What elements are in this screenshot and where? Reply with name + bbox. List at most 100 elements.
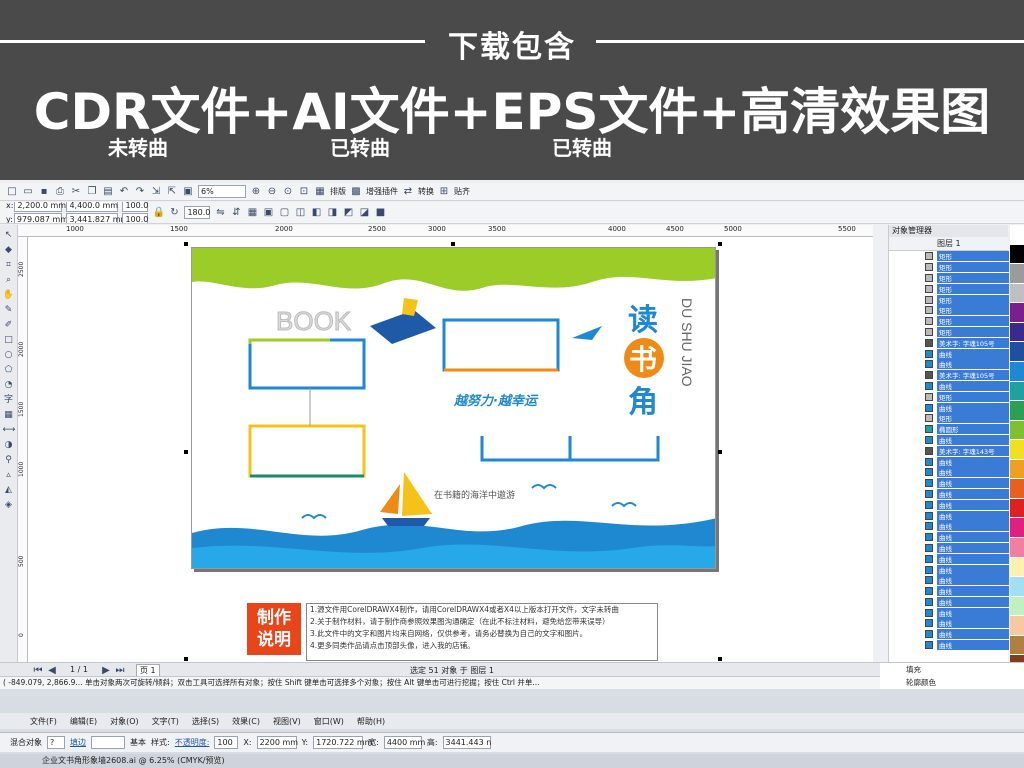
intersect-icon[interactable]: ◩ bbox=[342, 207, 354, 219]
object-row[interactable]: 曲线 bbox=[889, 488, 1009, 500]
document-tab[interactable]: 企业文书角形象墙2608.ai @ 6.25% (CMYK/预览) bbox=[0, 754, 1024, 768]
stroke-weight[interactable] bbox=[91, 736, 125, 749]
object-row[interactable]: 曲线 bbox=[889, 553, 1009, 564]
interactive-fill-icon[interactable]: ◈ bbox=[3, 499, 15, 511]
snap-button[interactable]: 贴齐 bbox=[454, 186, 470, 197]
object-row[interactable]: 曲线 bbox=[889, 596, 1009, 608]
palette-swatch[interactable] bbox=[1010, 420, 1024, 441]
print-icon[interactable]: ⎙ bbox=[54, 186, 66, 198]
y-field[interactable]: 979.087 mm bbox=[13, 213, 68, 223]
palette-swatch[interactable] bbox=[1010, 616, 1024, 636]
object-row[interactable]: 美术字: 字魂105号 bbox=[889, 337, 1009, 348]
zoom-fit-icon[interactable]: ⊙ bbox=[282, 186, 294, 198]
selection-handle[interactable] bbox=[718, 450, 722, 454]
menu-edit[interactable]: 编辑(E) bbox=[70, 716, 97, 727]
save-icon[interactable]: ▪ bbox=[38, 186, 50, 198]
trim-icon[interactable]: ◨ bbox=[326, 207, 338, 219]
object-row[interactable]: 曲线 bbox=[889, 380, 1009, 392]
back-icon[interactable]: ■ bbox=[374, 207, 386, 219]
menu-file[interactable]: 文件(F) bbox=[30, 716, 57, 727]
zoom-tool-icon[interactable]: ⌕ bbox=[3, 274, 15, 286]
menu-help[interactable]: 帮助(H) bbox=[357, 716, 385, 727]
object-row[interactable]: 曲线 bbox=[889, 478, 1009, 489]
smart-fill-icon[interactable]: ✐ bbox=[3, 319, 15, 331]
plugins-button[interactable]: 增强插件 bbox=[366, 186, 398, 197]
opacity-field[interactable]: 100 bbox=[214, 736, 239, 749]
fill-tab[interactable]: 填边 bbox=[70, 737, 86, 748]
height-field[interactable]: 3,441.827 mm bbox=[66, 213, 128, 223]
menu-effect[interactable]: 效果(C) bbox=[232, 716, 260, 727]
object-row[interactable]: 曲线 bbox=[889, 510, 1009, 521]
object-row[interactable]: 曲线 bbox=[889, 434, 1009, 446]
combine-icon[interactable]: ◫ bbox=[294, 207, 306, 219]
menu-text[interactable]: 文字(T) bbox=[152, 716, 179, 727]
zoom-page-icon[interactable]: ⊡ bbox=[298, 186, 310, 198]
x-field[interactable]: 2,200.0 mm bbox=[14, 202, 66, 212]
convert-button[interactable]: 转换 bbox=[418, 186, 434, 197]
freehand-tool-icon[interactable]: ✎ bbox=[3, 304, 15, 316]
object-row[interactable]: 矩形 bbox=[889, 391, 1009, 402]
artboard-page[interactable]: BOOK 读 书 角 DU SHU JIAO 越努力·越幸运 在书籍的海洋中遨游 bbox=[191, 247, 716, 569]
object-row[interactable]: 美术字: 字魂105号 bbox=[889, 370, 1009, 381]
palette-swatch[interactable] bbox=[1010, 361, 1024, 382]
object-row[interactable]: 矩形 bbox=[889, 262, 1009, 273]
mirror-h-icon[interactable]: ⇋ bbox=[214, 207, 226, 219]
object-row[interactable]: 矩形 bbox=[889, 283, 1009, 294]
palette-swatch[interactable] bbox=[1010, 440, 1024, 460]
selection-handle[interactable] bbox=[184, 657, 188, 661]
palette-swatch[interactable] bbox=[1010, 264, 1024, 284]
angle-field[interactable]: 180.0 bbox=[184, 206, 211, 219]
object-row[interactable]: 曲线 bbox=[889, 542, 1009, 554]
object-row[interactable]: 曲线 bbox=[889, 348, 1009, 359]
object-row[interactable]: 曲线 bbox=[889, 618, 1009, 629]
zoom-select[interactable]: 6% bbox=[198, 185, 246, 198]
import-icon[interactable]: ⇲ bbox=[150, 186, 162, 198]
arrange-icon[interactable]: ▦ bbox=[314, 186, 326, 198]
object-row[interactable]: 曲线 bbox=[889, 629, 1009, 640]
copy-icon[interactable]: ❐ bbox=[86, 186, 98, 198]
palette-swatch[interactable] bbox=[1010, 459, 1024, 480]
width-field[interactable]: 4,400.0 mm bbox=[66, 202, 119, 212]
width-field[interactable]: 4400 mm bbox=[383, 736, 425, 749]
selection-handle[interactable] bbox=[718, 657, 722, 661]
palette-swatch[interactable] bbox=[1010, 596, 1024, 617]
object-list[interactable]: 矩形 矩形 矩形 矩形 矩形 矩形 矩形 矩形 美术字: 字魂105号 曲线 曲线 美术字: 字魂10… bbox=[889, 251, 1009, 661]
outline-tool-icon[interactable]: ▵ bbox=[3, 469, 15, 481]
palette-swatch[interactable] bbox=[1010, 244, 1024, 265]
pick-tool-icon[interactable]: ↖ bbox=[3, 229, 15, 241]
new-doc-icon[interactable]: □ bbox=[6, 186, 18, 198]
object-row[interactable]: 曲线 bbox=[889, 467, 1009, 478]
object-row[interactable]: 矩形 bbox=[889, 251, 1009, 262]
dimension-tool-icon[interactable]: ⟷ bbox=[3, 424, 16, 436]
ellipse-tool-icon[interactable]: ○ bbox=[3, 349, 15, 361]
object-row[interactable]: 曲线 bbox=[889, 640, 1009, 651]
object-row[interactable]: 曲线 bbox=[889, 586, 1009, 597]
selection-handle[interactable] bbox=[184, 242, 188, 246]
snap-icon[interactable]: ⊞ bbox=[438, 186, 450, 198]
palette-swatch[interactable] bbox=[1010, 303, 1024, 323]
palette-swatch[interactable] bbox=[1010, 635, 1024, 656]
object-row[interactable]: 矩形 bbox=[889, 294, 1009, 305]
palette-swatch[interactable] bbox=[1010, 322, 1024, 343]
drawing-canvas[interactable]: BOOK 读 书 角 DU SHU JIAO 越努力·越幸运 在书籍的海洋中遨游 bbox=[28, 237, 873, 662]
polygon-tool-icon[interactable]: ⬠ bbox=[3, 364, 15, 376]
object-row[interactable]: 椭圆形 bbox=[889, 424, 1009, 435]
palette-swatch[interactable] bbox=[1010, 577, 1024, 597]
object-row[interactable]: 曲线 bbox=[889, 359, 1009, 370]
fill-swatch[interactable]: ? bbox=[47, 736, 65, 749]
object-row[interactable]: 曲线 bbox=[889, 607, 1009, 618]
menu-view[interactable]: 视图(V) bbox=[273, 716, 301, 727]
paste-icon[interactable]: ▤ bbox=[102, 186, 114, 198]
fill-tool-icon[interactable]: ◭ bbox=[3, 484, 15, 496]
outline-indicator[interactable]: 轮廓颜色 bbox=[880, 676, 1024, 689]
crop-tool-icon[interactable]: ⌗ bbox=[3, 259, 15, 271]
palette-swatch[interactable] bbox=[1010, 479, 1024, 499]
eyedropper-icon[interactable]: ⚲ bbox=[3, 454, 15, 466]
menu-window[interactable]: 窗口(W) bbox=[314, 716, 344, 727]
menu-object[interactable]: 对象(O) bbox=[110, 716, 139, 727]
zoom-out-icon[interactable]: ⊖ bbox=[266, 186, 278, 198]
shape-tool-icon[interactable]: ◆ bbox=[3, 244, 15, 256]
open-icon[interactable]: ▭ bbox=[22, 186, 34, 198]
align-icon[interactable]: ▦ bbox=[246, 207, 258, 219]
x-coord-field[interactable]: 2200 mm bbox=[256, 736, 298, 749]
